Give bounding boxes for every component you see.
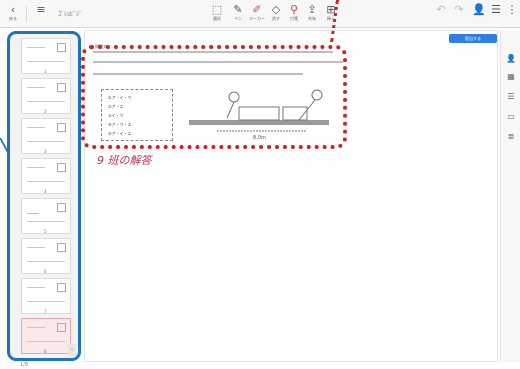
redo-button[interactable]: ↷ [450,3,468,25]
marker-icon: ✐ [252,3,262,16]
document-title: ｺﾞｼｮﾋﾞｼﾞ [58,11,83,18]
more-icon: ⋮ [506,3,518,16]
answer-label: 9 班の解答 [97,154,152,167]
top-toolbar: ‹ 戻る ≡ ｺﾞｼｮﾋﾞｼﾞ ⬚ 選択 ✎ ペン ✐ マーカー ◇ 消す ⚲ … [0,0,520,28]
tool-pin[interactable]: ⚲ 付箋 [285,3,303,25]
tool-marker[interactable]: ✐ マーカー [248,3,266,25]
slide-thumbnail[interactable]: 6 [21,238,71,274]
menu-button[interactable]: ≡ [32,3,50,25]
undo-icon: ↶ [436,3,446,16]
page-counter: 1/8 [20,362,29,368]
list-icon: ☰ [491,3,501,16]
more-button[interactable]: ⋮ [503,3,520,25]
list-icon[interactable]: ☰ [505,92,517,106]
layers-icon[interactable]: ≣ [505,132,517,146]
hamburger-icon: ≡ [36,3,46,16]
pin-icon: ⚲ [289,3,299,16]
submit-button[interactable]: 提出する [449,34,497,43]
redo-icon: ↷ [454,3,464,16]
back-button[interactable]: ‹ 戻る [4,3,22,25]
share-icon: ⇪ [307,3,317,16]
select-icon: ⬚ [211,3,223,16]
tool-share[interactable]: ⇪ 共有 [303,3,321,25]
eraser-icon: ◇ [271,3,281,16]
slide-thumbnail[interactable]: 1 [21,38,71,74]
slide-thumbnail[interactable]: 7 [21,278,71,314]
tool-select[interactable]: ⬚ 選択 [208,3,226,25]
person-icon[interactable]: 👤 [505,54,517,68]
slide-thumbnail[interactable]: 5 [21,198,71,234]
user-button[interactable]: 👤 [470,3,488,25]
tool-eraser[interactable]: ◇ 消す [267,3,285,25]
slide-thumbnail[interactable]: 3 [21,118,71,154]
right-tool-rail: 👤 ▦ ☰ ▭ ≣ [500,30,520,362]
grid-icon[interactable]: ▦ [505,72,517,86]
slide-thumbnail[interactable]: 4 [21,158,71,194]
chevron-left-icon: ‹ [10,3,16,16]
person-icon: 👤 [472,3,486,16]
slide-thumbnail-selected[interactable]: 8 [21,318,71,354]
note-icon[interactable]: ▭ [505,112,517,126]
undo-button[interactable]: ↶ [432,3,450,25]
pen-icon: ✎ [233,3,243,16]
tool-pen[interactable]: ✎ ペン [229,3,247,25]
panel-scroll-button[interactable]: ‹ [68,344,76,356]
main-canvas[interactable]: 問題文 ①ア・イ・ウ ②ア・エ ③イ・ウ ④ア・ウ・エ ⑤ア・イ・エ 8.0m … [81,30,498,362]
highlight-frame [81,45,347,149]
slide-thumbnail[interactable]: 2 [21,78,71,114]
slide-thumbnail-panel: 1 2 3 4 5 6 7 8 ‹ [7,31,81,361]
